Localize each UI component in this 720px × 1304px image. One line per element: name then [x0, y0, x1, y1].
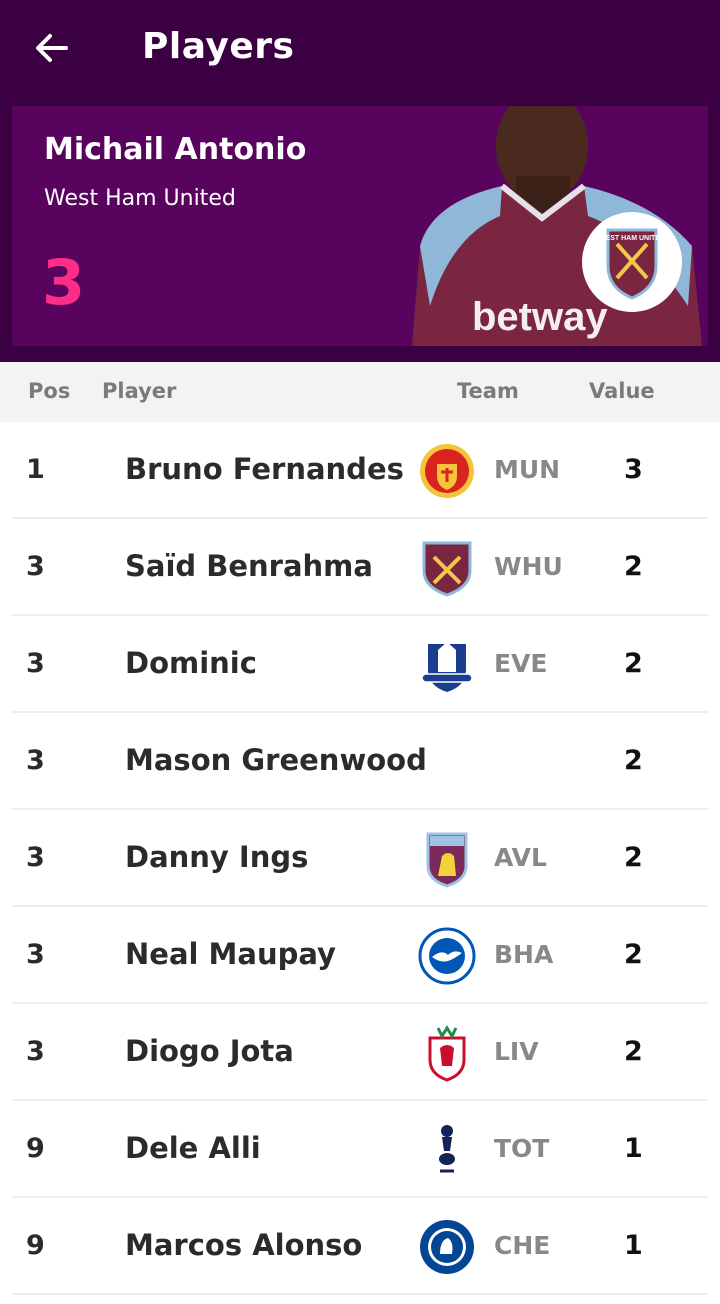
row-value: 1	[624, 1230, 643, 1261]
aston-villa-crest-icon	[426, 832, 468, 888]
row-value: 2	[624, 842, 643, 873]
row-team-abbr: EVE	[494, 649, 548, 678]
table-row[interactable]: 9 Marcos Alonso CHE 1	[12, 1198, 708, 1295]
row-value: 2	[624, 745, 643, 776]
row-player-name: Marcos Alonso	[125, 1228, 363, 1262]
row-player-name: Bruno Fernandes	[125, 452, 404, 486]
table-row[interactable]: 1 Bruno Fernandes MUN 3	[12, 422, 708, 519]
featured-player-name: Michail Antonio	[44, 132, 307, 167]
featured-player-value: 3	[42, 246, 86, 319]
app-header: Players Michail Antonio West Ham United …	[0, 0, 720, 362]
column-header-value[interactable]: Value	[589, 379, 655, 403]
row-player-name: Dominic	[125, 646, 257, 680]
table-row[interactable]: 3 Neal Maupay BHA 2	[12, 907, 708, 1004]
row-player-name: Neal Maupay	[125, 937, 336, 971]
featured-player-team: West Ham United	[44, 186, 236, 211]
row-pos: 9	[26, 1133, 45, 1164]
table-row[interactable]: 3 Saïd Benrahma WHU 2	[12, 519, 708, 616]
row-value: 1	[624, 1133, 643, 1164]
row-pos: 3	[26, 648, 45, 679]
row-pos: 3	[26, 939, 45, 970]
brighton-crest-icon	[418, 927, 476, 985]
row-team-abbr: WHU	[494, 552, 563, 581]
table-header: Pos Player Team Value	[0, 362, 720, 422]
tottenham-crest-icon	[439, 1125, 455, 1173]
row-pos: 9	[26, 1230, 45, 1261]
row-pos: 3	[26, 551, 45, 582]
svg-text:WEST HAM UNITED: WEST HAM UNITED	[599, 235, 665, 242]
row-player-name: Dele Alli	[125, 1131, 261, 1165]
chelsea-crest-icon	[420, 1220, 474, 1274]
svg-text:betway: betway	[472, 295, 608, 339]
row-team-abbr: BHA	[494, 940, 554, 969]
row-team-abbr: CHE	[494, 1231, 551, 1260]
row-team-abbr: TOT	[494, 1134, 550, 1163]
player-photo: betway WEST HAM UNITED	[412, 106, 702, 346]
man-utd-crest-icon	[420, 444, 474, 498]
row-value: 2	[624, 648, 643, 679]
row-pos: 3	[26, 1036, 45, 1067]
column-header-player[interactable]: Player	[102, 379, 176, 403]
everton-crest-icon	[421, 642, 473, 692]
table-row[interactable]: 3 Dominic EVE 2	[12, 616, 708, 713]
column-header-pos[interactable]: Pos	[28, 379, 70, 403]
row-pos: 3	[26, 745, 45, 776]
back-arrow-icon[interactable]	[30, 26, 74, 70]
row-player-name: Saïd Benrahma	[125, 549, 373, 583]
row-player-name: Danny Ings	[125, 840, 309, 874]
row-pos: 3	[26, 842, 45, 873]
row-player-name: Diogo Jota	[125, 1034, 294, 1068]
row-value: 2	[624, 551, 643, 582]
page-title: Players	[142, 26, 295, 67]
table-row[interactable]: 3 Danny Ings AVL 2	[12, 810, 708, 907]
table-row[interactable]: 3 Diogo Jota LIV 2	[12, 1004, 708, 1101]
column-header-team[interactable]: Team	[457, 379, 519, 403]
row-value: 3	[624, 454, 643, 485]
row-value: 2	[624, 939, 643, 970]
row-team-abbr: AVL	[494, 843, 547, 872]
row-player-name: Mason Greenwood	[125, 743, 427, 777]
row-team-abbr: MUN	[494, 455, 561, 484]
row-team-abbr: LIV	[494, 1037, 539, 1066]
liverpool-crest-icon	[428, 1025, 466, 1082]
row-pos: 1	[26, 454, 45, 485]
row-value: 2	[624, 1036, 643, 1067]
table-row[interactable]: 3 Mason Greenwood 2	[12, 713, 708, 810]
featured-player-card[interactable]: Michail Antonio West Ham United 3 betway…	[12, 106, 708, 346]
table-row[interactable]: 9 Dele Alli TOT 1	[12, 1101, 708, 1198]
west-ham-crest-icon	[422, 541, 472, 597]
